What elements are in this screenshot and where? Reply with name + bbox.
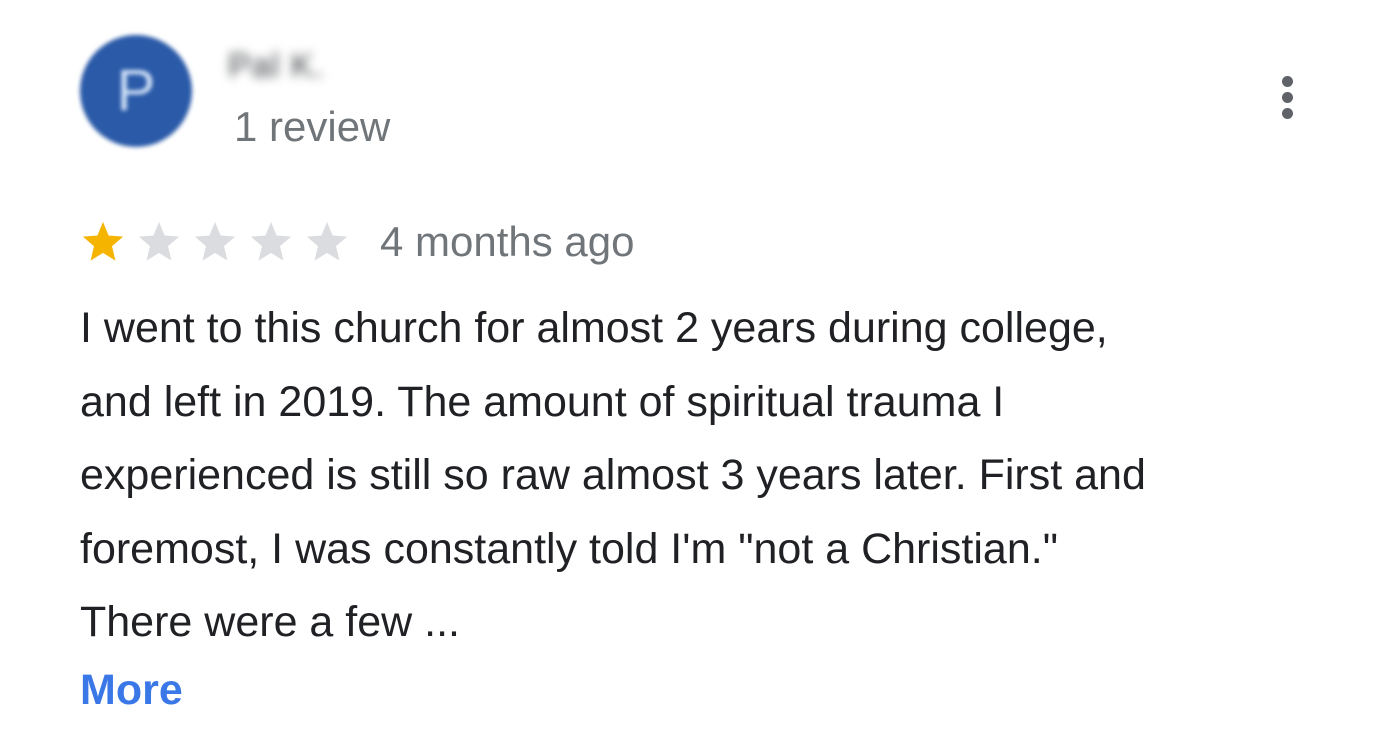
- rating-row: 4 months ago: [80, 212, 635, 272]
- review-count: 1 review: [234, 103, 391, 150]
- more-options-button[interactable]: [1270, 70, 1306, 124]
- avatar[interactable]: P: [80, 35, 192, 147]
- star-empty-icon: [250, 221, 292, 261]
- review-text: I went to this church for almost 2 years…: [80, 304, 1146, 646]
- more-link[interactable]: More: [80, 662, 183, 718]
- more-vert-icon-dot: [1282, 76, 1293, 87]
- more-vert-icon-dot: [1282, 92, 1293, 103]
- review-card: P Pal K. 1 review 4 months ago I went to…: [0, 0, 1399, 754]
- more-vert-icon-dot: [1282, 108, 1293, 119]
- reviewer-name[interactable]: Pal K.: [228, 44, 325, 88]
- star-filled-icon: [82, 221, 124, 261]
- star-empty-icon: [306, 221, 348, 261]
- star-empty-icon: [194, 221, 236, 261]
- star-empty-icon: [138, 221, 180, 261]
- star-rating: [80, 219, 350, 265]
- review-timestamp: 4 months ago: [380, 218, 635, 265]
